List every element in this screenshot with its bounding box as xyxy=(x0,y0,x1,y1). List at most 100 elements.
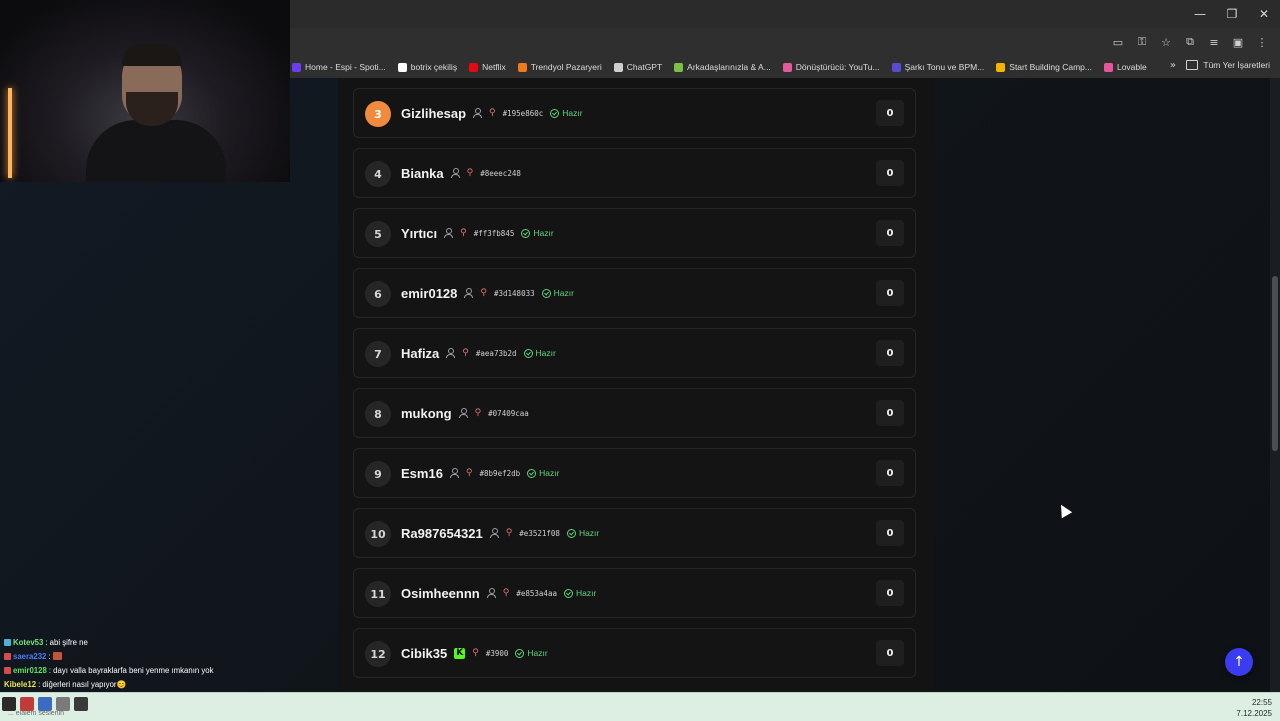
user-icon xyxy=(446,348,456,358)
install-app-icon[interactable]: ▭ xyxy=(1108,32,1128,52)
rank-badge: 4 xyxy=(365,161,391,187)
player-name: emir0128 xyxy=(401,285,458,301)
app-icon[interactable] xyxy=(38,697,52,711)
rank-badge: 11 xyxy=(365,581,391,607)
leaderboard-row[interactable]: 4 Bianka ⚲ #8eeec248 0 xyxy=(353,148,916,198)
score-value: 0 xyxy=(876,280,904,306)
ready-label: Hazır xyxy=(535,348,556,358)
team-marker-icon: ⚲ xyxy=(472,648,479,658)
bookmark-favicon-icon xyxy=(674,62,684,72)
all-bookmarks-button[interactable]: Tüm Yer İşaretleri xyxy=(1186,60,1270,70)
user-icon xyxy=(444,228,454,238)
team-marker-icon: ⚲ xyxy=(465,468,473,478)
user-icon xyxy=(464,288,474,298)
rank-badge: 7 xyxy=(365,341,391,367)
taskbar-ticker: ... elalem seslenin xyxy=(8,710,65,717)
bookmark-favicon-icon xyxy=(613,62,623,72)
window-controls: — ❐ ✕ xyxy=(1184,0,1280,28)
leaderboard-row[interactable]: 6 emir0128 ⚲ #3d148033 Hazır 0 xyxy=(353,268,916,318)
scrollbar-thumb[interactable] xyxy=(1272,276,1278,451)
player-meta: Osimheennn ⚲ #e853a4aa Hazır xyxy=(401,569,596,617)
player-meta: Yırtıcı ⚲ #ff3fb845 Hazır xyxy=(401,209,554,257)
extensions-icon[interactable]: ⧉ xyxy=(1180,32,1200,52)
close-button[interactable]: ✕ xyxy=(1248,0,1280,28)
bookmark-star-icon[interactable]: ☆ xyxy=(1156,32,1176,52)
player-meta: mukong ⚲ #07409caa xyxy=(401,389,529,437)
ready-label: Hazır xyxy=(553,288,574,298)
chat-badge-icon xyxy=(4,666,11,674)
scroll-to-top-button[interactable]: ↑ xyxy=(1225,648,1253,676)
media-controls-icon[interactable]: ≡ xyxy=(1204,32,1224,52)
page-scrollbar[interactable] xyxy=(1270,78,1280,692)
bookmark-label: Start Building Camp... xyxy=(1009,62,1092,72)
player-hash: #e3521f08 xyxy=(519,528,560,538)
bookmark-item[interactable]: Trendyol Pazaryeri xyxy=(517,62,602,72)
chat-message: Kotev53: abi şifre ne xyxy=(4,635,304,649)
ready-status: Hazır xyxy=(566,528,600,538)
player-hash: #8b9ef2db xyxy=(479,468,521,478)
taskbar: ... elalem seslenin 22:55 7.12.2025 xyxy=(0,692,1280,721)
leaderboard-row[interactable]: 3 Gizlihesap ⚲ #195e860c Hazır 0 xyxy=(353,88,916,138)
ready-label: Hazır xyxy=(575,588,597,598)
ready-label: Hazır xyxy=(562,108,583,118)
bookmarks-overflow-button[interactable]: » xyxy=(1170,60,1176,71)
rank-badge: 6 xyxy=(365,281,391,307)
rank-badge: 12 xyxy=(365,641,391,667)
bookmark-favicon-icon xyxy=(782,62,792,72)
bookmark-item[interactable]: Netflix xyxy=(469,62,506,72)
team-marker-icon: ⚲ xyxy=(466,168,474,178)
password-key-icon[interactable]: ⚿ xyxy=(1132,32,1152,52)
bookmark-item[interactable]: Start Building Camp... xyxy=(996,62,1092,72)
bookmark-item[interactable]: Arkadaşlarınızla & A... xyxy=(674,62,771,72)
ready-label: Hazır xyxy=(533,228,554,238)
ready-status: Hazır xyxy=(527,468,559,478)
player-meta: Esm16 ⚲ #8b9ef2db Hazır xyxy=(401,449,559,497)
app-icon[interactable] xyxy=(56,697,70,711)
ready-status: Hazır xyxy=(563,588,597,598)
bookmark-favicon-icon xyxy=(996,62,1006,72)
minimize-button[interactable]: — xyxy=(1184,0,1216,28)
player-meta: emir0128 ⚲ #3d148033 Hazır xyxy=(401,269,574,317)
bookmark-label: Trendyol Pazaryeri xyxy=(530,62,602,72)
menu-icon[interactable]: ⋮ xyxy=(1252,32,1272,52)
player-name: Osimheennn xyxy=(401,585,480,601)
ready-status: Hazır xyxy=(523,348,556,358)
player-meta: Cibik35 K ⚲ #3900 Hazır xyxy=(401,629,548,677)
app-icon[interactable] xyxy=(74,697,88,711)
player-hash: #8eeec248 xyxy=(480,168,521,178)
ready-label: Hazır xyxy=(539,468,560,478)
player-hash: #195e860c xyxy=(502,108,544,118)
start-icon[interactable] xyxy=(2,697,16,711)
profile-icon[interactable]: ▣ xyxy=(1228,32,1248,52)
leaderboard-row[interactable]: 5 Yırtıcı ⚲ #ff3fb845 Hazır 0 xyxy=(353,208,916,258)
taskbar-clock[interactable]: 22:55 7.12.2025 xyxy=(1236,697,1272,719)
bookmark-label: Dönüştürücü: YouTu... xyxy=(795,62,880,72)
user-icon xyxy=(473,108,483,118)
player-name: Yırtıcı xyxy=(401,225,438,241)
restore-button[interactable]: ❐ xyxy=(1216,0,1248,28)
bookmark-item[interactable]: botrix çekiliş xyxy=(397,62,457,72)
chat-message: saera232: xyxy=(4,649,304,663)
bookmark-item[interactable]: ChatGPT xyxy=(613,62,662,72)
leaderboard-row[interactable]: 9 Esm16 ⚲ #8b9ef2db Hazır 0 xyxy=(353,448,916,498)
team-marker-icon: ⚲ xyxy=(462,348,469,358)
app-icon[interactable] xyxy=(20,697,34,711)
leaderboard-row[interactable]: 7 Hafiza ⚲ #aea73b2d Hazır 0 xyxy=(353,328,916,378)
team-marker-icon: ⚲ xyxy=(502,588,510,598)
ready-status: Hazır xyxy=(541,288,574,298)
bookmark-item[interactable]: Lovable xyxy=(1103,62,1147,72)
bookmark-item[interactable]: Home - Espi - Spoti... xyxy=(292,62,386,72)
bookmark-item[interactable]: Şarkı Tonu ve BPM... xyxy=(891,62,984,72)
leaderboard-row[interactable]: 10 Ra987654321 ⚲ #e3521f08 Hazır 0 xyxy=(353,508,916,558)
rank-badge: 10 xyxy=(365,521,391,547)
ready-label: Hazır xyxy=(578,528,600,538)
leaderboard-row[interactable]: 11 Osimheennn ⚲ #e853a4aa Hazır 0 xyxy=(353,568,916,618)
leaderboard-row[interactable]: 8 mukong ⚲ #07409caa 0 xyxy=(353,388,916,438)
team-marker-icon: ⚲ xyxy=(480,288,487,298)
player-hash: #ff3fb845 xyxy=(473,228,515,238)
leaderboard-row[interactable]: 12 Cibik35 K ⚲ #3900 Hazır 0 xyxy=(353,628,916,678)
check-circle-icon xyxy=(521,228,531,238)
kick-platform-icon: K xyxy=(454,647,466,659)
bookmark-item[interactable]: Dönüştürücü: YouTu... xyxy=(782,62,880,72)
chat-text: : dayı valla bayraklarfa beni yenme ımka… xyxy=(48,665,214,675)
